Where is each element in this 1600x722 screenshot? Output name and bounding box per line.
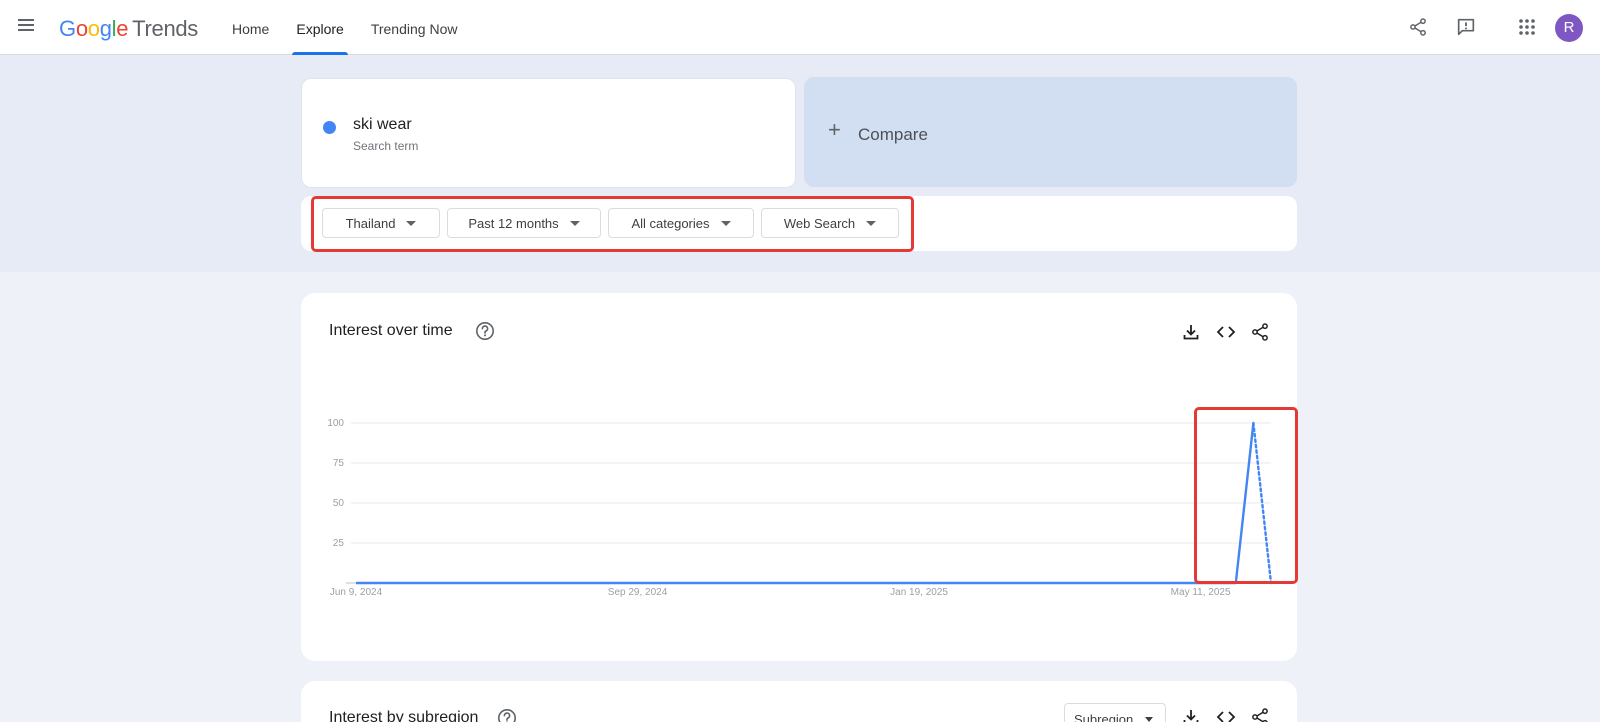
compare-label: Compare (858, 125, 928, 144)
search-term-type: Search term (353, 139, 419, 153)
x-tick-label: Jan 19, 2025 (890, 587, 948, 598)
category-filter[interactable]: All categories (608, 208, 754, 238)
top-app-bar: Google Trends Home Explore Trending Now R (0, 0, 1600, 55)
nav-explore[interactable]: Explore (286, 0, 353, 55)
caret-down-icon (569, 220, 580, 226)
interest-by-subregion-title: Interest by subregion (329, 709, 479, 722)
term-color-dot (323, 121, 336, 134)
x-tick-label: May 11, 2025 (1171, 587, 1231, 598)
feedback-icon[interactable] (1454, 15, 1478, 39)
x-tick-label: Sep 29, 2024 (608, 587, 668, 598)
nav-trending-now[interactable]: Trending Now (361, 0, 468, 55)
caret-down-icon (720, 220, 731, 226)
nav-home[interactable]: Home (222, 0, 279, 55)
account-avatar[interactable]: R (1555, 14, 1583, 42)
y-tick-label: 75 (333, 458, 345, 469)
main-nav: Home Explore Trending Now (222, 0, 474, 55)
y-tick-label: 100 (327, 418, 344, 429)
interest-over-time-card: Interest over time 100 75 50 25 Jun 9, 2024 S… (301, 293, 1297, 661)
filter-bar: Thailand Past 12 months All categories W… (301, 196, 1297, 251)
download-icon[interactable] (1179, 705, 1203, 722)
y-tick-label: 25 (333, 538, 345, 549)
compare-button[interactable]: + Compare (804, 77, 1297, 187)
y-tick-label: 50 (333, 498, 345, 509)
x-tick-label: Jun 9, 2024 (330, 587, 383, 598)
interest-by-subregion-card: Interest by subregion Subregion (301, 681, 1297, 722)
share-icon[interactable] (1406, 15, 1430, 39)
search-term-card[interactable]: ski wear Search term (301, 78, 796, 188)
caret-down-icon (406, 220, 417, 226)
caret-down-icon (866, 220, 877, 226)
google-trends-logo[interactable]: Google Trends (59, 16, 198, 42)
interest-over-time-chart[interactable]: 100 75 50 25 Jun 9, 2024 Sep 29, 2024 Jan 19, … (301, 293, 1297, 661)
embed-icon[interactable] (1214, 705, 1238, 722)
caret-down-icon (1145, 716, 1154, 722)
help-icon[interactable] (497, 708, 517, 722)
search-term-name[interactable]: ski wear (353, 116, 412, 134)
apps-icon[interactable] (1515, 15, 1539, 39)
search-type-filter[interactable]: Web Search (761, 208, 899, 238)
menu-icon[interactable] (14, 16, 38, 40)
share-icon[interactable] (1248, 705, 1272, 722)
subregion-select[interactable]: Subregion (1064, 703, 1166, 722)
region-filter[interactable]: Thailand (322, 208, 440, 238)
time-range-filter[interactable]: Past 12 months (447, 208, 601, 238)
plus-icon: + (828, 117, 841, 142)
